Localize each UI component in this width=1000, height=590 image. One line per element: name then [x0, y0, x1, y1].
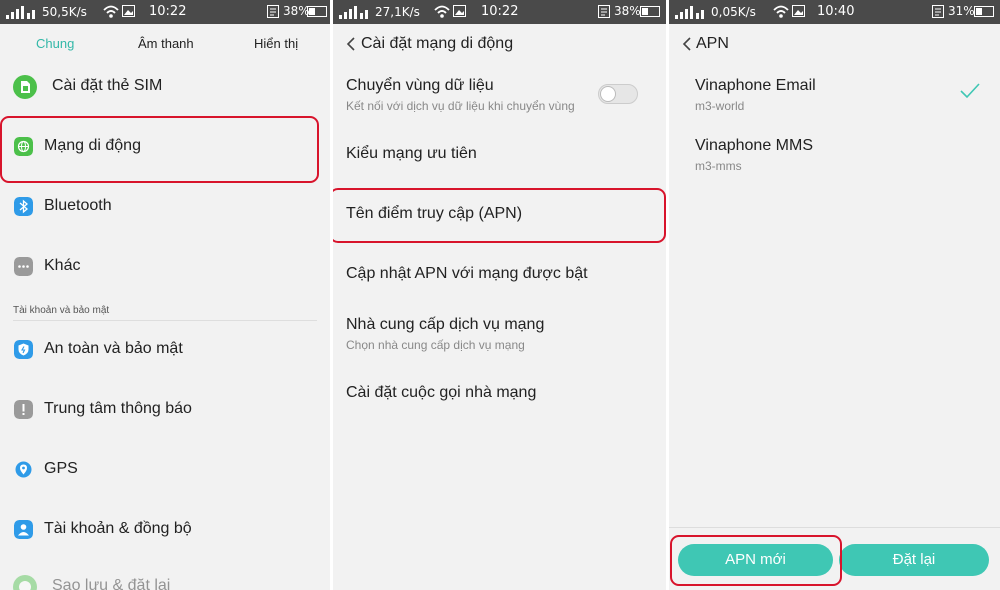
apn-value: m3-mms: [695, 159, 742, 173]
network-speed: 50,5K/s: [42, 5, 87, 19]
battery-icon: [307, 6, 327, 17]
highlight-box: [670, 535, 842, 586]
other-label: Khác: [44, 257, 81, 274]
bluetooth-icon: [14, 197, 33, 216]
battery-percent: 38%: [283, 4, 310, 18]
signal-icon: [675, 6, 704, 19]
list-item-carrier-call-settings[interactable]: Cài đặt cuộc gọi nhà mạng: [333, 364, 666, 424]
clock: 10:22: [149, 4, 187, 19]
status-bar: 27,1K/s 10:22 38%: [333, 0, 666, 24]
list-item-network-operator[interactable]: Nhà cung cấp dịch vụ mạng Chọn nhà cung …: [333, 302, 666, 364]
image-notification-icon: [792, 5, 805, 17]
page-title: APN: [696, 35, 729, 52]
back-arrow-icon[interactable]: [345, 36, 357, 52]
image-notification-icon: [122, 5, 135, 17]
note-icon: [932, 5, 944, 18]
note-icon: [267, 5, 279, 18]
back-arrow-icon[interactable]: [681, 36, 693, 52]
battery-icon: [974, 6, 994, 17]
sidebar-item-notification-center[interactable]: Trung tâm thông báo: [0, 379, 330, 439]
wifi-icon: [773, 5, 789, 18]
highlight-box: [0, 116, 319, 183]
accounts-sync-label: Tài khoản & đồng bộ: [44, 520, 192, 537]
apn-item-vinaphone-mms[interactable]: Vinaphone MMS m3-mms: [669, 126, 1000, 186]
signal-icon: [6, 6, 35, 19]
tab-display[interactable]: Hiển thị: [254, 36, 298, 51]
data-roaming-label: Chuyển vùng dữ liệu: [346, 77, 494, 94]
section-header-account-security: Tài khoản và bảo mật: [13, 305, 110, 316]
location-icon: [15, 461, 32, 478]
list-item-update-apn[interactable]: Cập nhật APN với mạng được bật: [333, 246, 666, 302]
page-title: Cài đặt mạng di động: [361, 35, 514, 52]
gps-label: GPS: [44, 460, 78, 477]
apn-value: m3-world: [695, 99, 745, 113]
shield-icon: [14, 340, 33, 359]
clock: 10:40: [817, 4, 855, 19]
sidebar-item-gps[interactable]: GPS: [0, 439, 330, 499]
network-speed: 0,05K/s: [711, 5, 756, 19]
battery-percent: 31%: [948, 4, 975, 18]
reset-button[interactable]: Đặt lại: [839, 544, 989, 576]
battery-icon: [640, 6, 660, 17]
note-icon: [598, 5, 610, 18]
data-roaming-toggle[interactable]: [598, 84, 638, 104]
network-operator-label: Nhà cung cấp dịch vụ mạng: [346, 316, 545, 333]
wifi-icon: [434, 5, 450, 18]
signal-icon: [339, 6, 368, 19]
data-roaming-description: Kết nối với dịch vụ dữ liệu khi chuyển v…: [346, 99, 575, 113]
sidebar-item-sim-settings[interactable]: Cài đặt thẻ SIM: [0, 56, 330, 116]
apn-name: Vinaphone Email: [695, 77, 816, 94]
more-icon: [14, 257, 33, 276]
image-notification-icon: [453, 5, 466, 17]
carrier-call-settings-label: Cài đặt cuộc gọi nhà mạng: [346, 384, 537, 401]
apn-item-vinaphone-email[interactable]: Vinaphone Email m3-world: [669, 66, 1000, 126]
page-header: Cài đặt mạng di động: [333, 24, 666, 66]
network-speed: 27,1K/s: [375, 5, 420, 19]
highlight-box: [333, 188, 666, 243]
sidebar-item-security[interactable]: An toàn và bảo mật: [0, 319, 330, 379]
sim-icon: [13, 75, 37, 99]
status-bar: 0,05K/s 10:40 31%: [669, 0, 1000, 24]
mobile-network-settings-panel: 27,1K/s 10:22 38% Cài đặt mạng di động C…: [333, 0, 666, 590]
battery-percent: 38%: [614, 4, 641, 18]
general-settings-panel: 50,5K/s 10:22 38% Chung Âm thanh Hiển th…: [0, 0, 330, 590]
backup-reset-label: Sao lưu & đặt lại: [52, 577, 171, 590]
apn-list-panel: 0,05K/s 10:40 31% APN Vinaphone Email m3…: [669, 0, 1000, 590]
clock: 10:22: [481, 4, 519, 19]
notice-icon: [14, 400, 33, 419]
sidebar-item-bluetooth[interactable]: Bluetooth: [0, 176, 330, 236]
sim-settings-label: Cài đặt thẻ SIM: [52, 77, 163, 94]
page-header: APN: [669, 24, 1000, 66]
tab-general[interactable]: Chung: [36, 36, 74, 51]
status-bar: 50,5K/s 10:22 38%: [0, 0, 330, 24]
security-label: An toàn và bảo mật: [44, 340, 183, 357]
toggle-knob: [600, 86, 616, 102]
sidebar-item-other[interactable]: Khác: [0, 236, 330, 296]
update-apn-label: Cập nhật APN với mạng được bật: [346, 265, 588, 282]
preferred-network-type-label: Kiểu mạng ưu tiên: [346, 145, 477, 162]
notification-center-label: Trung tâm thông báo: [44, 400, 192, 417]
sidebar-item-backup-reset[interactable]: Sao lưu & đặt lại: [0, 559, 330, 590]
sidebar-item-accounts-sync[interactable]: Tài khoản & đồng bộ: [0, 499, 330, 559]
list-item-preferred-network-type[interactable]: Kiểu mạng ưu tiên: [333, 128, 666, 188]
bluetooth-label: Bluetooth: [44, 197, 112, 214]
backup-icon: [13, 575, 37, 590]
checkmark-icon: [960, 83, 980, 99]
tab-sound[interactable]: Âm thanh: [138, 36, 194, 51]
apn-name: Vinaphone MMS: [695, 137, 813, 154]
wifi-icon: [103, 5, 119, 18]
account-icon: [14, 520, 33, 539]
network-operator-description: Chọn nhà cung cấp dịch vụ mạng: [346, 338, 525, 352]
